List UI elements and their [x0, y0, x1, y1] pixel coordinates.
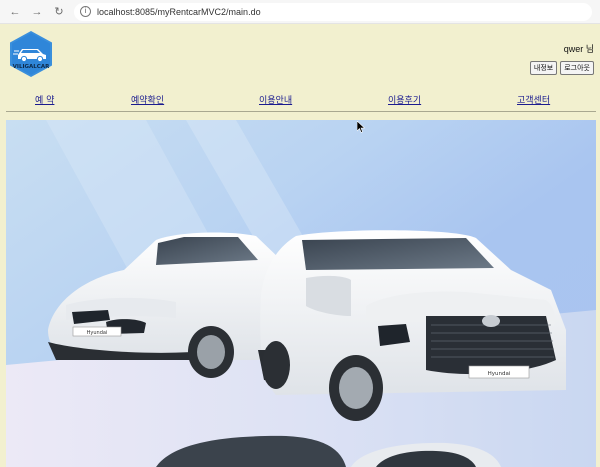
arrow-left-icon[interactable]: ←	[6, 3, 24, 21]
arrow-right-icon[interactable]: →	[28, 3, 46, 21]
user-area: qwer 님 내정보 로그아웃	[529, 42, 594, 75]
menu-reviews[interactable]: 이용후기	[388, 93, 421, 106]
hero-image: Hyundai Hyundai	[6, 120, 596, 467]
my-info-button[interactable]: 내정보	[529, 61, 558, 75]
sedan-plate-text: Hyundai	[87, 330, 108, 336]
logo-hexagon: VILIGALCAR	[10, 31, 52, 77]
logo-text: VILIGALCAR	[13, 64, 50, 70]
logout-button[interactable]: 로그아웃	[560, 61, 594, 75]
menu-usage-guide[interactable]: 이용안내	[259, 93, 292, 106]
user-greeting: qwer 님	[563, 44, 594, 54]
browser-toolbar: ← → ↻ i localhost:8085/myRentcarMVC2/mai…	[0, 0, 600, 24]
menu-reservation[interactable]: 예 약	[35, 93, 54, 106]
suv-plate-text: Hyundai	[488, 371, 511, 377]
site-logo[interactable]: VILIGALCAR	[7, 30, 55, 78]
menu-reservation-check[interactable]: 예약확인	[131, 93, 164, 106]
hero-banner: Hyundai Hyundai	[6, 120, 596, 467]
main-menu: 예 약 예약확인 이용안내 이용후기 고객센터	[0, 93, 600, 106]
info-icon[interactable]: i	[80, 6, 91, 17]
page-body: VILIGALCAR qwer 님 내정보 로그아웃 예 약 예약확인 이용안내…	[0, 24, 600, 467]
menu-customer-center[interactable]: 고객센터	[517, 93, 550, 106]
reload-icon[interactable]: ↻	[50, 3, 68, 21]
mouse-cursor-icon	[357, 121, 365, 133]
url-text: localhost:8085/myRentcarMVC2/main.do	[97, 6, 261, 17]
menu-divider	[6, 111, 596, 112]
address-bar[interactable]: i localhost:8085/myRentcarMVC2/main.do	[74, 2, 592, 21]
